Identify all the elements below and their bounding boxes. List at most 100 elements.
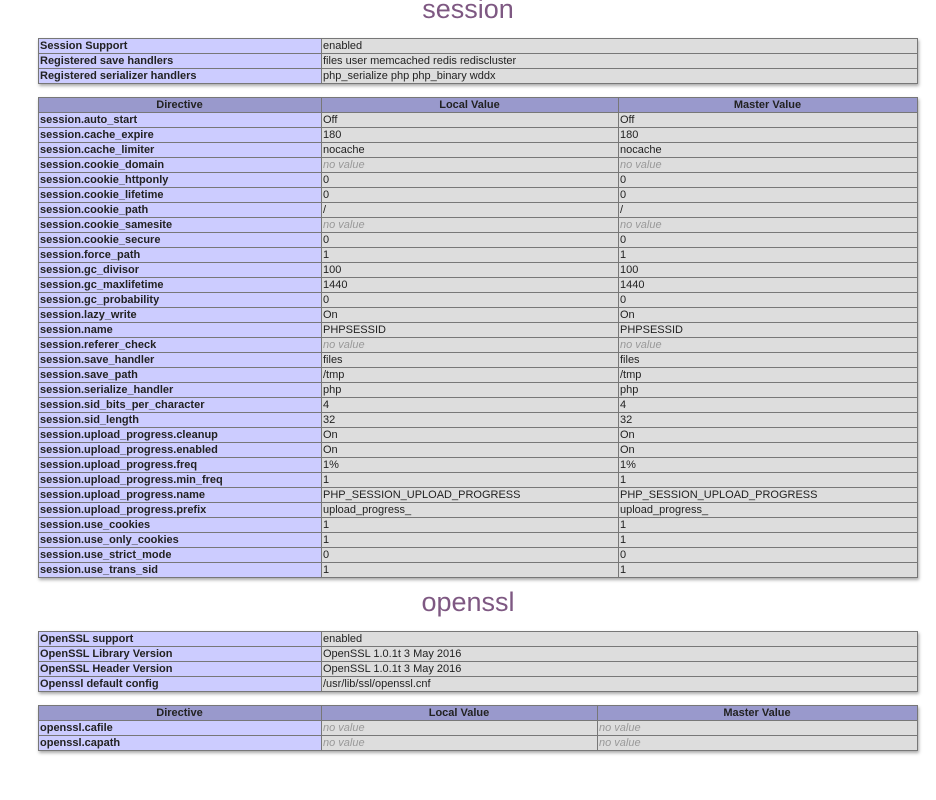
directive-name: session.cookie_httponly: [38, 172, 322, 188]
local-value: /tmp: [321, 367, 619, 383]
table-row: Openssl default config/usr/lib/ssl/opens…: [38, 676, 918, 692]
directive-name: session.use_trans_sid: [38, 562, 322, 578]
table-row: session.gc_maxlifetime 1440 1440: [38, 277, 918, 293]
master-value: 0: [618, 172, 918, 188]
master-value: 1: [618, 562, 918, 578]
master-value: no value: [618, 157, 918, 173]
table-row: session.auto_start Off Off: [38, 112, 918, 128]
info-value: php_serialize php php_binary wddx: [321, 68, 918, 84]
local-value: upload_progress_: [321, 502, 619, 518]
directive-name: session.auto_start: [38, 112, 322, 128]
table-row: OpenSSL Header Version OpenSSL 1.0.1t 3 M…: [38, 661, 918, 677]
master-value: PHPSESSID: [618, 322, 918, 338]
table-row: session.cache_limiter nocache nocache: [38, 142, 918, 158]
directive-name: session.cookie_lifetime: [38, 187, 322, 203]
table-row: session.cookie_samesite no value no value: [38, 217, 918, 233]
table-row: OpenSSL Library Version OpenSSL 1.0.1t 3 …: [38, 646, 918, 662]
local-value: 4: [321, 397, 619, 413]
master-value: On: [618, 307, 918, 323]
master-value: 4: [618, 397, 918, 413]
phpinfo-page: session Session Support enabled Registered…: [0, 0, 936, 800]
local-value: no value: [321, 735, 598, 751]
table-row: session.sid_length 32 32: [38, 412, 918, 428]
table-header-row: Directive Local Value Master Value: [38, 97, 918, 113]
info-key: Session Support: [38, 38, 322, 54]
section-title-session: session: [422, 0, 514, 24]
master-value: 0: [618, 547, 918, 563]
table-row: session.serialize_handler php php: [38, 382, 918, 398]
local-value: 1: [321, 532, 619, 548]
master-value: 1: [618, 472, 918, 488]
local-value: PHP_SESSION_UPLOAD_PROGRESS: [321, 487, 619, 503]
directive-name: session.gc_probability: [38, 292, 322, 308]
header-directive: Directive: [38, 97, 322, 113]
directive-name: session.use_strict_mode: [38, 547, 322, 563]
table-row: session.referer_check no value no value: [38, 337, 918, 353]
info-key: OpenSSL Header Version: [38, 661, 322, 677]
local-value: nocache: [321, 142, 619, 158]
table-row: session.upload_progress.freq 1% 1%: [38, 457, 918, 473]
local-value: 180: [321, 127, 619, 143]
table-row: session.cookie_secure 0 0: [38, 232, 918, 248]
header-master-value: Master Value: [597, 705, 918, 721]
master-value: no value: [597, 720, 918, 736]
directive-name: session.upload_progress.enabled: [38, 442, 322, 458]
table-row: Registered save handlers files user memca…: [38, 53, 918, 69]
directive-name: session.cache_limiter: [38, 142, 322, 158]
table-row: session.use_only_cookies 1 1: [38, 532, 918, 548]
table-row: session.cookie_path / /: [38, 202, 918, 218]
table-row: session.use_strict_mode 0 0: [38, 547, 918, 563]
master-value: 1: [618, 532, 918, 548]
local-value: no value: [321, 217, 619, 233]
master-value: upload_progress_: [618, 502, 918, 518]
table-row: session.upload_progress.enabled On On: [38, 442, 918, 458]
master-value: On: [618, 442, 918, 458]
master-value: 1440: [618, 277, 918, 293]
table-row: session.upload_progress.name PHP_SESSION_…: [38, 487, 918, 503]
local-value: 32: [321, 412, 619, 428]
table-row: session.cookie_lifetime 0 0: [38, 187, 918, 203]
header-local-value: Local Value: [321, 97, 619, 113]
table-row: session.save_path/tmp/tmp: [38, 367, 918, 383]
directive-name: session.upload_progress.cleanup: [38, 427, 322, 443]
directive-name: session.force_path: [38, 247, 322, 263]
session-info-table: Session Support enabled Registered save ha…: [38, 38, 918, 84]
master-value: no value: [618, 337, 918, 353]
directive-name: session.use_cookies: [38, 517, 322, 533]
directive-name: session.cookie_path: [38, 202, 322, 218]
master-value: 32: [618, 412, 918, 428]
directive-name: session.serialize_handler: [38, 382, 322, 398]
local-value: 1: [321, 247, 619, 263]
local-value: 0: [321, 547, 619, 563]
table-row: openssl.cafile no value no value: [38, 720, 918, 736]
table-row: session.cookie_httponly 0 0: [38, 172, 918, 188]
directive-name: session.cache_expire: [38, 127, 322, 143]
directive-name: openssl.capath: [38, 735, 322, 751]
openssl-directives-table: Directive Local Value Master Value opens…: [38, 705, 918, 751]
header-local-value: Local Value: [321, 705, 598, 721]
directive-name: session.cookie_samesite: [38, 217, 322, 233]
directive-name: session.use_only_cookies: [38, 532, 322, 548]
header-directive: Directive: [38, 705, 322, 721]
local-value: On: [321, 442, 619, 458]
local-value: Off: [321, 112, 619, 128]
table-row: session.lazy_write On On: [38, 307, 918, 323]
master-value: 180: [618, 127, 918, 143]
info-value: enabled: [321, 631, 918, 647]
master-value: 1: [618, 247, 918, 263]
directive-name: openssl.cafile: [38, 720, 322, 736]
table-row: session.sid_bits_per_character 4 4: [38, 397, 918, 413]
directive-name: session.upload_progress.freq: [38, 457, 322, 473]
directive-name: session.upload_progress.name: [38, 487, 322, 503]
session-directives-table: Directive Local Value Master Value sessi…: [38, 97, 918, 578]
table-row: session.force_path 1 1: [38, 247, 918, 263]
table-row: session.cache_expire 180 180: [38, 127, 918, 143]
master-value: /tmp: [618, 367, 918, 383]
info-key: OpenSSL Library Version: [38, 646, 322, 662]
table-row: session.name PHPSESSID PHPSESSID: [38, 322, 918, 338]
local-value: 0: [321, 292, 619, 308]
table-row: session.use_trans_sid 1 1: [38, 562, 918, 578]
local-value: On: [321, 307, 619, 323]
local-value: no value: [321, 157, 619, 173]
master-value: 1%: [618, 457, 918, 473]
